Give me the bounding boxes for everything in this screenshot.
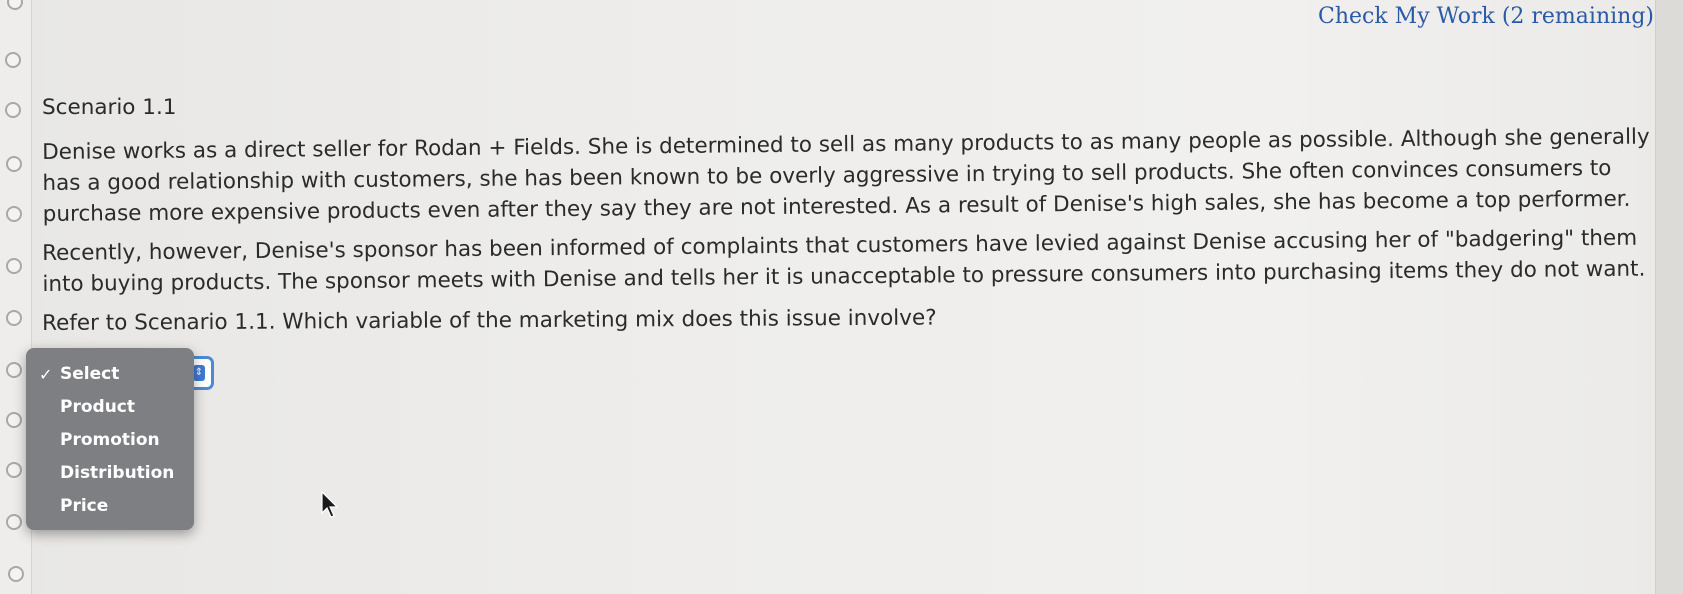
radio-circle-icon[interactable] <box>6 462 22 478</box>
option-label: Promotion <box>60 430 160 450</box>
mouse-pointer-icon <box>321 491 339 518</box>
radio-circle-icon[interactable] <box>6 514 22 530</box>
radio-circle-icon[interactable] <box>6 310 22 326</box>
option-label: Price <box>60 496 109 516</box>
radio-circle-icon[interactable] <box>6 362 22 378</box>
option-label: Product <box>60 397 135 417</box>
answer-dropdown-menu: ✓ Select Product Promotion Distribution … <box>26 348 194 530</box>
chevron-updown-icon: ⇕ <box>193 365 205 381</box>
scenario-content: Scenario 1.1 Denise works as a direct se… <box>42 92 1652 339</box>
check-my-work-link[interactable]: Check My Work (2 remaining) <box>1318 4 1654 29</box>
radio-circle-icon[interactable] <box>6 206 22 222</box>
checkmark-icon: ✓ <box>39 365 53 384</box>
radio-circle-icon[interactable] <box>5 52 21 68</box>
dropdown-option-distribution[interactable]: Distribution <box>26 457 194 490</box>
radio-circle-icon[interactable] <box>6 156 22 172</box>
right-edge-panel <box>1655 0 1683 594</box>
dropdown-option-product[interactable]: Product <box>26 391 194 424</box>
scenario-paragraph: Recently, however, Denise's sponsor has … <box>42 225 1646 297</box>
scenario-title: Scenario 1.1 <box>42 95 177 120</box>
option-label: Select <box>60 364 120 384</box>
radio-circle-icon[interactable] <box>6 412 22 428</box>
scenario-paragraph: Denise works as a direct seller for Roda… <box>42 124 1650 227</box>
radio-circle-icon[interactable] <box>6 258 22 274</box>
option-label: Distribution <box>60 463 175 483</box>
radio-circle-icon[interactable] <box>7 0 23 10</box>
dropdown-option-select[interactable]: ✓ Select <box>26 358 194 391</box>
radio-circle-icon[interactable] <box>8 566 24 582</box>
question-text: Refer to Scenario 1.1. Which variable of… <box>42 305 937 336</box>
radio-circle-icon[interactable] <box>5 102 21 118</box>
dropdown-option-price[interactable]: Price <box>26 490 194 523</box>
dropdown-option-promotion[interactable]: Promotion <box>26 424 194 457</box>
page: Check My Work (2 remaining) Scenario 1.1… <box>0 0 1683 594</box>
